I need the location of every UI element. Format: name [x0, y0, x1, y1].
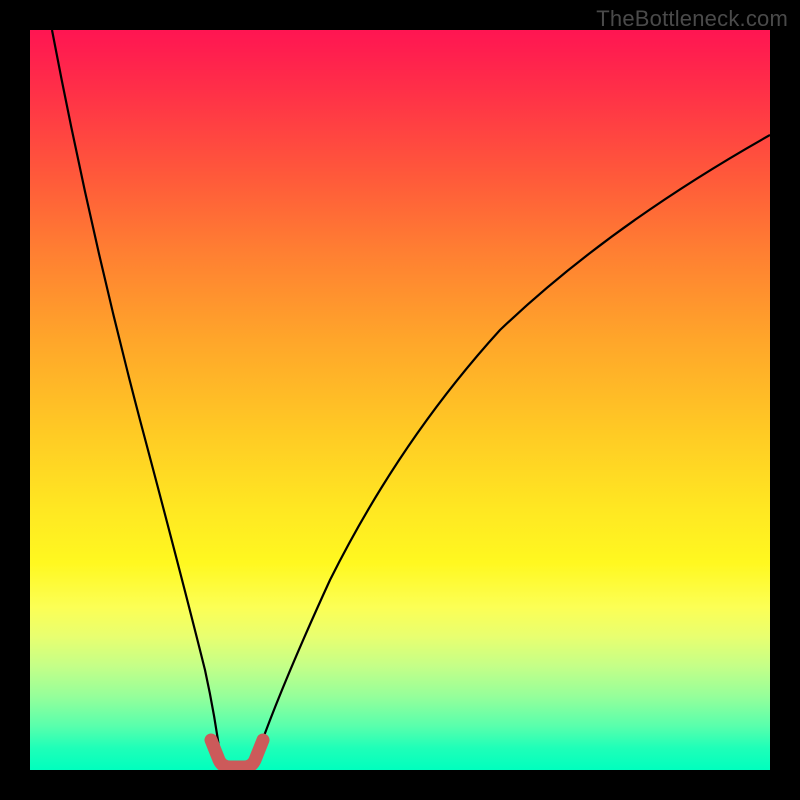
watermark-text: TheBottleneck.com [596, 6, 788, 32]
bottom-marker-line [211, 740, 263, 767]
chart-svg [30, 30, 770, 770]
right-curve-line [252, 135, 770, 770]
chart-container: TheBottleneck.com [0, 0, 800, 800]
left-curve-line [52, 30, 222, 770]
plot-area [30, 30, 770, 770]
